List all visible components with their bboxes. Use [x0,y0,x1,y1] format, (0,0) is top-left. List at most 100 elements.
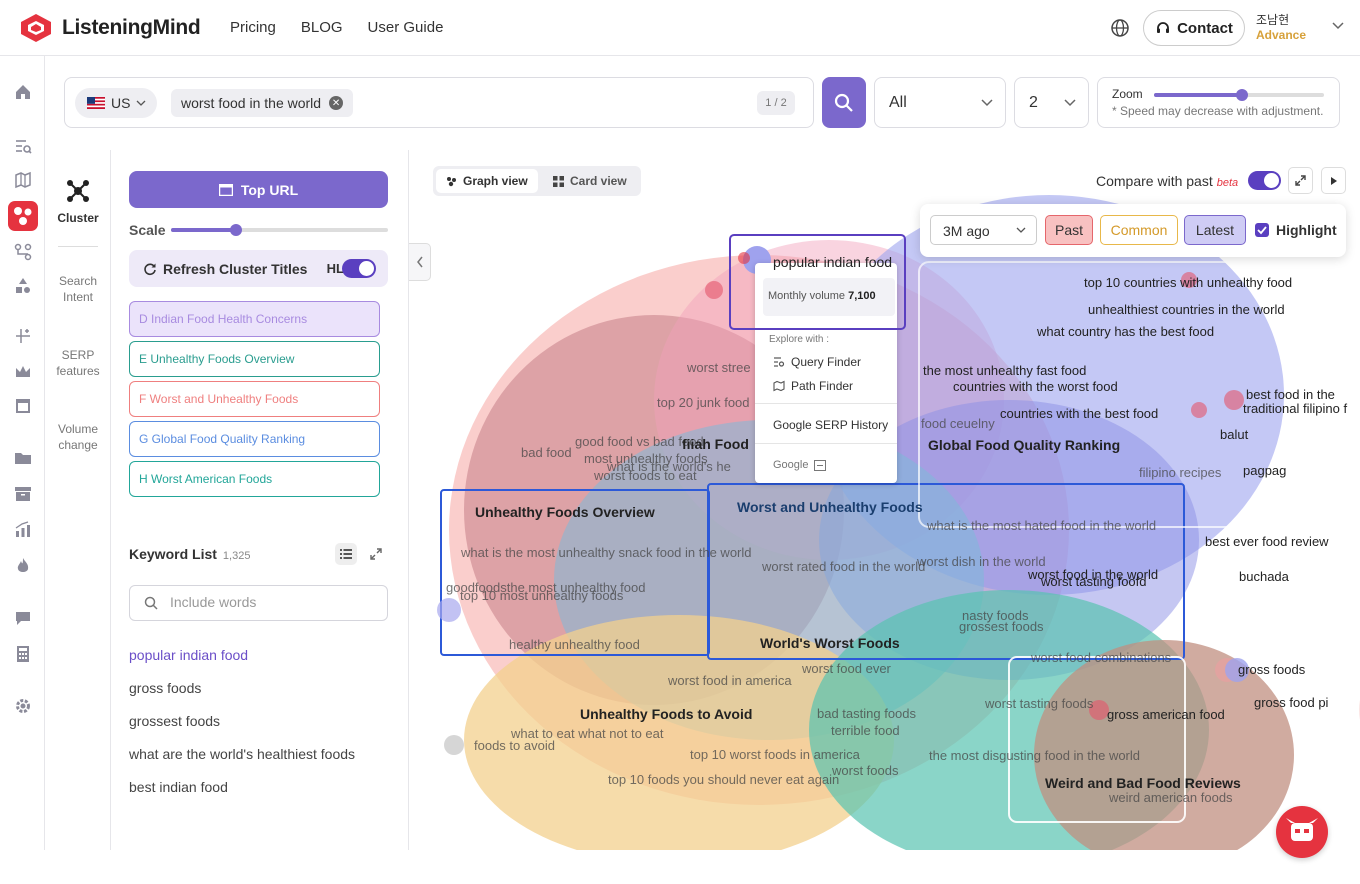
graph-keyword-label[interactable]: worst tasting foofd [1041,574,1147,589]
tooltip-keyword-title[interactable]: popular indian food [773,254,892,270]
zoom-slider-handle[interactable] [1236,89,1248,101]
card-view-tab[interactable]: Card view [543,169,637,193]
graph-keyword-label[interactable]: unhealthiest countries in the world [1088,302,1285,317]
time-ago-select[interactable]: 3M ago [930,215,1037,245]
graph-keyword-label[interactable]: pagpag [1243,463,1286,478]
logo[interactable]: ListeningMind [18,12,201,44]
graph-keyword-label[interactable]: worst rated food in the world [762,559,925,574]
graph-keyword-label[interactable]: weird american foods [1109,790,1233,805]
include-words-field[interactable] [129,585,388,621]
depth-select[interactable]: 2 [1014,77,1089,128]
search-button[interactable] [822,77,866,128]
cluster-item[interactable]: E Unhealthy Foods Overview [129,341,380,377]
globe-icon[interactable] [1110,18,1130,38]
collapse-panel-button[interactable] [409,243,431,281]
calculator-icon[interactable] [13,644,33,664]
window-icon[interactable] [13,396,33,416]
filter-select[interactable]: All [874,77,1006,128]
graph-keyword-label[interactable]: top 10 most unhealthy foods [460,588,623,603]
keyword-list-item[interactable]: what are the world's healthiest foods [129,746,355,762]
common-filter-button[interactable]: Common [1100,215,1178,245]
latest-filter-button[interactable]: Latest [1184,215,1246,245]
keyword-chip[interactable]: worst food in the world ✕ [171,89,354,117]
crown-icon[interactable] [13,362,33,382]
fullscreen-button[interactable] [1288,167,1313,194]
graph-keyword-label[interactable]: buchada [1239,569,1289,584]
graph-keyword-label[interactable]: worst food combinations [1031,650,1171,665]
graph-keyword-label[interactable]: gross foods [1238,662,1305,677]
serp-history-link[interactable]: Google SERP History [773,418,888,432]
graph-keyword-label[interactable]: bad tasting foods [817,706,916,721]
bar-chart-icon[interactable] [13,520,33,540]
cluster-title-indian-food[interactable]: fiiah Food [682,436,749,452]
include-words-input[interactable] [170,594,370,610]
past-filter-button[interactable]: Past [1045,215,1093,245]
graph-keyword-label[interactable]: what to eat what not to eat [511,726,664,741]
graph-keyword-label[interactable]: worst stree [687,360,751,375]
hl-toggle[interactable] [342,259,376,278]
chat-support-button[interactable] [1276,806,1328,858]
expand-list-button[interactable] [365,543,387,565]
graph-keyword-label[interactable]: terrible food [831,723,900,738]
cluster-title-unhealthy-foods-to-avoid[interactable]: Unhealthy Foods to Avoid [580,706,752,722]
graph-keyword-label[interactable]: worst food ever [802,661,891,676]
cluster-title-weird-and-bad-food-reviews[interactable]: Weird and Bad Food Reviews [1045,775,1241,791]
nav-user-guide[interactable]: User Guide [368,19,444,36]
scale-slider[interactable] [171,224,388,236]
chat-icon[interactable] [13,608,33,628]
graph-keyword-label[interactable]: worst foods [832,763,898,778]
graph-keyword-label[interactable]: what is the most hated food in the world [927,518,1156,533]
google-link[interactable]: Google [773,459,827,471]
graph-keyword-label[interactable]: best ever food review [1205,534,1329,549]
graph-keyword-label[interactable]: food ceuelny [921,416,995,431]
graph-keyword-label[interactable]: countries with the worst food [953,379,1118,394]
graph-keyword-label[interactable]: filipino recipes [1139,465,1221,480]
settings-gear-icon[interactable] [13,696,33,716]
graph-keyword-label[interactable]: top 10 worst foods in america [690,747,860,762]
map-icon[interactable] [13,170,33,190]
graph-keyword-label[interactable]: top 10 foods you should never eat again [608,772,839,787]
cluster-item[interactable]: G Global Food Quality Ranking [129,421,380,457]
path-icon[interactable] [13,242,33,262]
keyword-pager[interactable]: 1 / 2 [757,91,795,115]
graph-keyword-label[interactable]: best food in the [1246,387,1335,402]
clear-keyword-icon[interactable]: ✕ [329,96,344,110]
list-view-button[interactable] [335,543,357,565]
graph-keyword-label[interactable]: gross food pi [1254,695,1328,710]
tab-serp-features[interactable]: SERP features [45,347,111,379]
graph-keyword-label[interactable]: the most disgusting food in the world [929,748,1140,763]
chevron-down-icon[interactable] [1332,22,1344,30]
home-icon[interactable] [13,82,33,102]
keyword-search-icon[interactable] [13,136,33,156]
cluster-nav-active[interactable] [8,201,38,231]
graph-keyword-label[interactable]: balut [1220,427,1248,442]
nav-blog[interactable]: BLOG [301,19,343,36]
fire-icon[interactable] [13,556,33,576]
graph-keyword-label[interactable]: traditional filipino f [1243,401,1347,416]
country-select[interactable]: US [75,88,157,118]
graph-keyword-label[interactable]: grossest foods [959,619,1044,634]
tab-volume-change[interactable]: Volume change [45,421,111,453]
scale-slider-handle[interactable] [230,224,242,236]
keyword-list-item[interactable]: grossest foods [129,713,220,729]
cluster-title-worst-and-unhealthy-foods[interactable]: Worst and Unhealthy Foods [737,499,923,515]
tab-search-intent[interactable]: Search Intent [45,273,111,305]
play-button[interactable] [1321,167,1346,194]
folder-icon[interactable] [13,448,33,468]
graph-keyword-label[interactable]: countries with the best food [1000,406,1158,421]
cluster-title-unhealthy-foods-overview[interactable]: Unhealthy Foods Overview [475,504,655,520]
graph-keyword-label[interactable]: bad food [521,445,572,460]
graph-keyword-label[interactable]: top 20 junk food [657,395,750,410]
cluster-item[interactable]: D Indian Food Health Concerns [129,301,380,337]
cluster-item[interactable]: F Worst and Unhealthy Foods [129,381,380,417]
cluster-title-worlds-worst-foods[interactable]: World's Worst Foods [760,635,900,651]
query-finder-link[interactable]: Query Finder [773,355,861,369]
refresh-cluster-titles[interactable]: Refresh Cluster Titles HL [129,250,388,287]
graph-keyword-label[interactable]: healthy unhealthy food [509,637,640,652]
graph-keyword-label[interactable]: worst dish in the world [917,554,1046,569]
sparkle-graph-icon[interactable] [13,326,33,346]
tab-cluster[interactable]: Cluster [45,178,111,226]
user-menu[interactable]: 조남현 Advance [1256,13,1306,43]
graph-keyword-label[interactable]: what country has the best food [1037,324,1214,339]
archive-icon[interactable] [13,484,33,504]
